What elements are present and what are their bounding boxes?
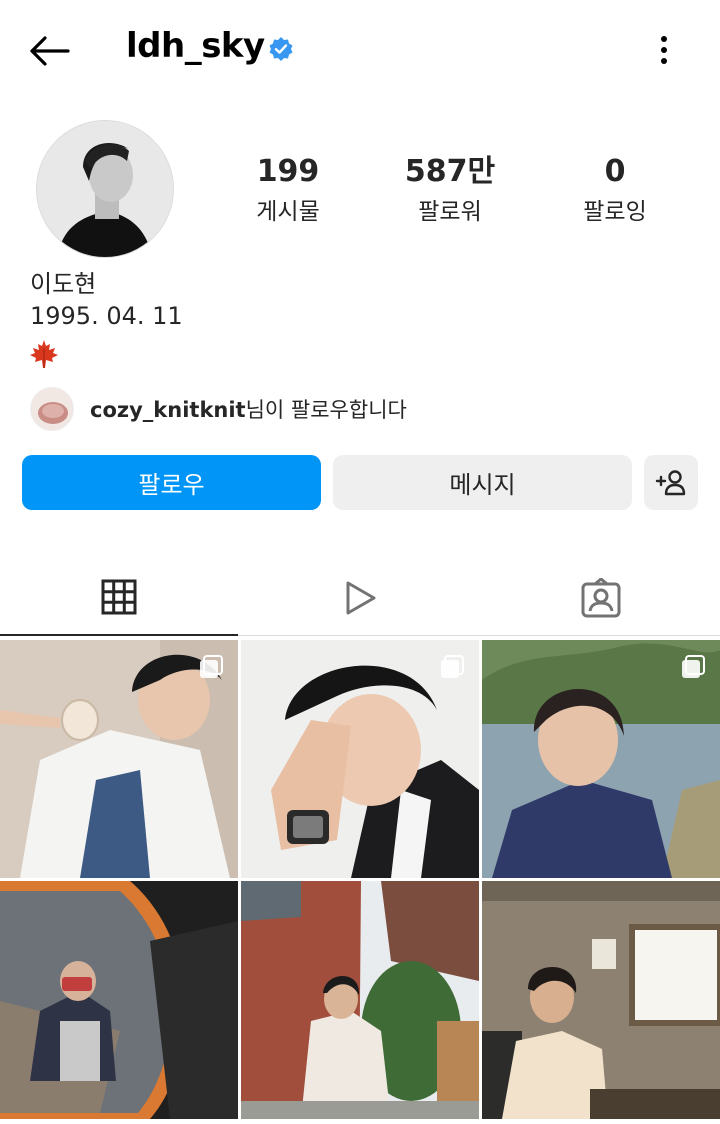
more-options-button[interactable] xyxy=(650,30,678,70)
multi-post-icon xyxy=(441,655,464,678)
profile-tabs xyxy=(0,560,720,636)
tagged-person-icon xyxy=(581,578,621,618)
followers-count: 587만 xyxy=(404,154,496,189)
grid-icon xyxy=(101,579,137,615)
maple-leaf-icon xyxy=(30,340,58,368)
followed-by-text: cozy_knitknit님이 팔로우합니다 xyxy=(90,394,407,424)
profile-username: ldh_sky xyxy=(126,26,265,66)
suggest-people-button[interactable] xyxy=(644,455,698,510)
multi-post-icon xyxy=(200,655,223,678)
follow-button[interactable]: 팔로우 xyxy=(22,455,321,510)
post-thumbnail[interactable] xyxy=(241,881,479,1119)
posts-stat[interactable]: 199 게시물 xyxy=(223,150,353,230)
post-thumbnail[interactable] xyxy=(0,640,238,878)
tab-posts-grid[interactable] xyxy=(0,560,238,636)
bio-text: 1995. 04. 11 xyxy=(30,302,183,330)
following-stat[interactable]: 0 팔로잉 xyxy=(550,150,680,230)
reels-play-icon xyxy=(346,581,376,615)
multi-post-icon xyxy=(682,655,705,678)
follower-avatar xyxy=(30,387,74,431)
following-count: 0 xyxy=(604,154,626,189)
tab-tagged[interactable] xyxy=(482,560,720,636)
tab-reels[interactable] xyxy=(241,560,479,636)
add-person-icon xyxy=(655,469,686,495)
post-thumbnail[interactable] xyxy=(241,640,479,878)
post-thumbnail[interactable] xyxy=(482,640,720,878)
posts-label: 게시물 xyxy=(256,199,320,225)
top-bar: ldh_sky xyxy=(0,0,720,100)
post-thumbnail[interactable] xyxy=(482,881,720,1119)
message-button[interactable]: 메시지 xyxy=(333,455,632,510)
profile-avatar[interactable] xyxy=(36,120,174,258)
follower-username: cozy_knitknit xyxy=(90,398,246,422)
profile-display-name: 이도현 xyxy=(30,270,97,298)
posts-count: 199 xyxy=(256,154,320,189)
followers-stat[interactable]: 587만 팔로워 xyxy=(385,150,515,230)
followers-label: 팔로워 xyxy=(418,199,482,225)
post-thumbnail[interactable] xyxy=(0,881,238,1119)
more-vertical-icon xyxy=(661,36,667,64)
following-label: 팔로잉 xyxy=(583,199,647,225)
verified-badge-icon xyxy=(269,37,293,61)
followed-by-suffix: 님이 팔로우합니다 xyxy=(245,398,407,422)
arrow-left-icon xyxy=(30,36,70,66)
back-button[interactable] xyxy=(28,30,70,72)
followed-by-row[interactable]: cozy_knitknit님이 팔로우합니다 xyxy=(30,386,407,432)
